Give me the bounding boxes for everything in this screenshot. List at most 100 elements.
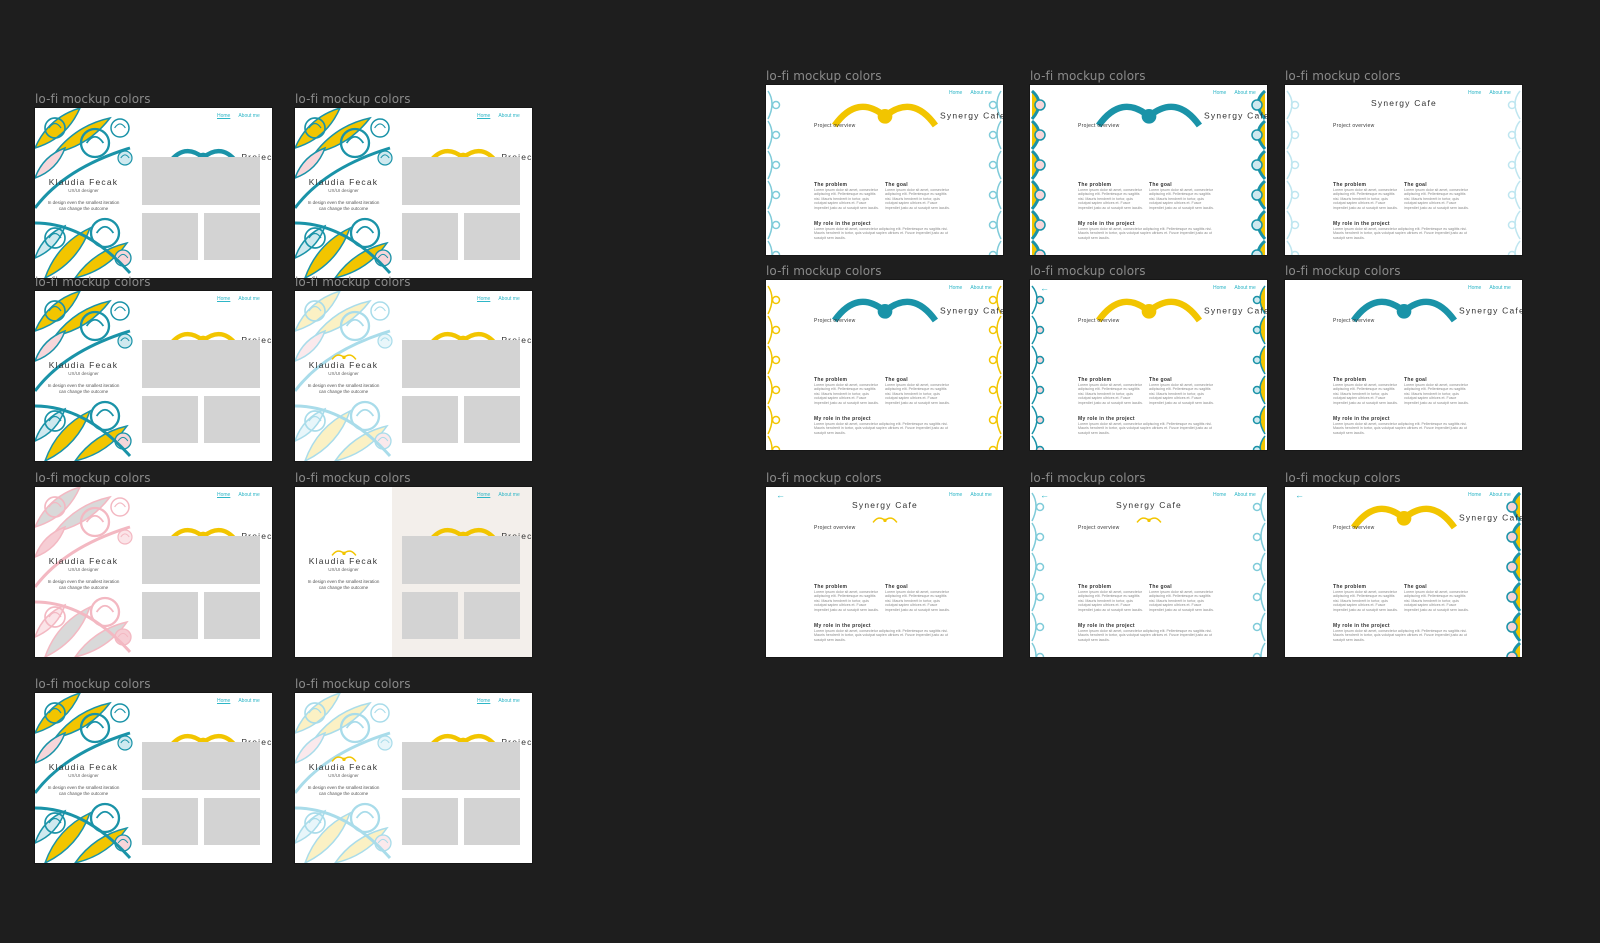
frame-label[interactable]: lo-fi mockup colors xyxy=(1285,471,1401,485)
nav-about-link[interactable]: About me xyxy=(1489,285,1510,291)
nav-about-link[interactable]: About me xyxy=(970,492,991,498)
portfolio-frame[interactable]: HomeAbout me Projects Klaudia FecakUX/UI… xyxy=(35,487,272,657)
frame-label[interactable]: lo-fi mockup colors xyxy=(766,471,882,485)
nav-home-link[interactable]: Home xyxy=(217,492,230,498)
image-placeholder[interactable] xyxy=(402,213,458,260)
image-placeholder[interactable] xyxy=(402,340,520,388)
back-arrow-icon[interactable]: ← xyxy=(1040,283,1049,293)
logo-mark-icon xyxy=(331,751,357,769)
image-placeholder[interactable] xyxy=(142,157,260,205)
frame-label[interactable]: lo-fi mockup colors xyxy=(1030,264,1146,278)
image-placeholder[interactable] xyxy=(402,536,520,584)
nav-about-link[interactable]: About me xyxy=(1234,90,1255,96)
nav-about-link[interactable]: About me xyxy=(1489,90,1510,96)
frame-label[interactable]: lo-fi mockup colors xyxy=(766,264,882,278)
nav-home-link[interactable]: Home xyxy=(1213,285,1226,291)
case-study-frame[interactable]: Home About me Synergy Cafe Project overvi… xyxy=(766,85,1003,255)
image-placeholder[interactable] xyxy=(204,396,260,443)
nav-about-link[interactable]: About me xyxy=(1234,492,1255,498)
image-placeholder[interactable] xyxy=(142,592,198,639)
image-placeholder[interactable] xyxy=(142,396,198,443)
nav-home-link[interactable]: Home xyxy=(217,296,230,302)
nav-home-link[interactable]: Home xyxy=(1468,285,1481,291)
image-placeholder[interactable] xyxy=(142,536,260,584)
nav-about-link[interactable]: About me xyxy=(238,492,259,498)
frame-label[interactable]: lo-fi mockup colors xyxy=(295,471,411,485)
nav-home-link[interactable]: Home xyxy=(477,113,490,119)
nav-about-link[interactable]: About me xyxy=(238,296,259,302)
frame-label[interactable]: lo-fi mockup colors xyxy=(295,92,411,106)
nav-home-link[interactable]: Home xyxy=(477,698,490,704)
nav-home-link[interactable]: Home xyxy=(1213,90,1226,96)
image-placeholder[interactable] xyxy=(464,592,520,639)
image-placeholder[interactable] xyxy=(402,592,458,639)
frame-label[interactable]: lo-fi mockup colors xyxy=(35,471,151,485)
nav-home-link[interactable]: Home xyxy=(477,296,490,302)
portfolio-frame[interactable]: HomeAbout me Projects Klaudia FecakUX/UI… xyxy=(35,108,272,278)
image-placeholder[interactable] xyxy=(464,798,520,845)
page-title: Synergy Cafe xyxy=(1349,293,1522,330)
image-placeholder[interactable] xyxy=(142,742,260,790)
back-arrow-icon[interactable]: ← xyxy=(1295,490,1304,500)
image-placeholder[interactable] xyxy=(402,396,458,443)
case-study-frame[interactable]: Home About me Synergy Cafe Project overview… xyxy=(1285,85,1522,255)
portfolio-frame[interactable]: HomeAbout me Projects Klaudia FecakUX/UI… xyxy=(295,693,532,863)
image-placeholder[interactable] xyxy=(142,213,198,260)
portfolio-frame[interactable]: HomeAbout me Projects Klaudia FecakUX/UI… xyxy=(35,693,272,863)
case-study-frame[interactable]: Home About me Synergy Cafe Project overvi… xyxy=(1285,280,1522,450)
frame-label[interactable]: lo-fi mockup colors xyxy=(766,69,882,83)
nav-home-link[interactable]: Home xyxy=(217,698,230,704)
back-arrow-icon[interactable]: ← xyxy=(1040,490,1049,500)
nav-home-link[interactable]: Home xyxy=(1468,90,1481,96)
nav-home-link[interactable]: Home xyxy=(477,492,490,498)
image-placeholder[interactable] xyxy=(464,396,520,443)
portfolio-frame[interactable]: HomeAbout me Projects Klaudia FecakUX/UI… xyxy=(35,291,272,461)
nav-about-link[interactable]: About me xyxy=(238,698,259,704)
nav-about-link[interactable]: About me xyxy=(1489,492,1510,498)
nav-about-link[interactable]: About me xyxy=(498,296,519,302)
image-placeholder[interactable] xyxy=(402,157,520,205)
case-study-frame[interactable]: Home About me Synergy Cafe Project overvi… xyxy=(1030,85,1267,255)
frame-label[interactable]: lo-fi mockup colors xyxy=(35,92,151,106)
image-placeholder[interactable] xyxy=(142,798,198,845)
frame-label[interactable]: lo-fi mockup colors xyxy=(1285,264,1401,278)
nav-home-link[interactable]: Home xyxy=(949,90,962,96)
case-study-frame[interactable]: ← Home About me Synergy Cafe Project overv… xyxy=(1285,487,1522,657)
nav-about-link[interactable]: About me xyxy=(498,698,519,704)
nav-about-link[interactable]: About me xyxy=(238,113,259,119)
nav-about-link[interactable]: About me xyxy=(498,113,519,119)
frame-label[interactable]: lo-fi mockup colors xyxy=(295,275,411,289)
image-placeholder[interactable] xyxy=(204,798,260,845)
role-text: Lorem ipsum dolor sit amet, consectetur … xyxy=(1078,227,1213,240)
frame-label[interactable]: lo-fi mockup colors xyxy=(35,275,151,289)
nav-about-link[interactable]: About me xyxy=(1234,285,1255,291)
nav-home-link[interactable]: Home xyxy=(217,113,230,119)
frame-label[interactable]: lo-fi mockup colors xyxy=(1030,471,1146,485)
case-study-frame[interactable]: ← Home About me Synergy Cafe Project overvi… xyxy=(1030,487,1267,657)
portfolio-frame[interactable]: HomeAbout me Projects Klaudia FecakUX/UI… xyxy=(295,291,532,461)
image-placeholder[interactable] xyxy=(402,742,520,790)
image-placeholder[interactable] xyxy=(204,213,260,260)
nav-home-link[interactable]: Home xyxy=(1468,492,1481,498)
image-placeholder[interactable] xyxy=(142,340,260,388)
nav-home-link[interactable]: Home xyxy=(949,492,962,498)
frame-label[interactable]: lo-fi mockup colors xyxy=(1285,69,1401,83)
nav-about-link[interactable]: About me xyxy=(498,492,519,498)
frame-label[interactable]: lo-fi mockup colors xyxy=(295,677,411,691)
case-study-frame[interactable]: Home About me Synergy Cafe Project overvi… xyxy=(766,280,1003,450)
nav-home-link[interactable]: Home xyxy=(949,285,962,291)
frame-label[interactable]: lo-fi mockup colors xyxy=(35,677,151,691)
nav-about-link[interactable]: About me xyxy=(970,285,991,291)
case-study-frame[interactable]: ← Home About me Synergy Cafe Project overvi… xyxy=(766,487,1003,657)
nav-about-link[interactable]: About me xyxy=(970,90,991,96)
portfolio-frame[interactable]: HomeAbout me Projects Klaudia FecakUX/UI… xyxy=(295,487,532,657)
nav-home-link[interactable]: Home xyxy=(1213,492,1226,498)
image-placeholder[interactable] xyxy=(204,592,260,639)
frame-label[interactable]: lo-fi mockup colors xyxy=(1030,69,1146,83)
portfolio-frame[interactable]: HomeAbout me Projects Klaudia FecakUX/UI… xyxy=(295,108,532,278)
designer-role: UX/UI designer xyxy=(68,773,99,778)
image-placeholder[interactable] xyxy=(402,798,458,845)
case-study-frame[interactable]: ← Home About me Synergy Cafe Project overv… xyxy=(1030,280,1267,450)
back-arrow-icon[interactable]: ← xyxy=(776,490,785,500)
image-placeholder[interactable] xyxy=(464,213,520,260)
